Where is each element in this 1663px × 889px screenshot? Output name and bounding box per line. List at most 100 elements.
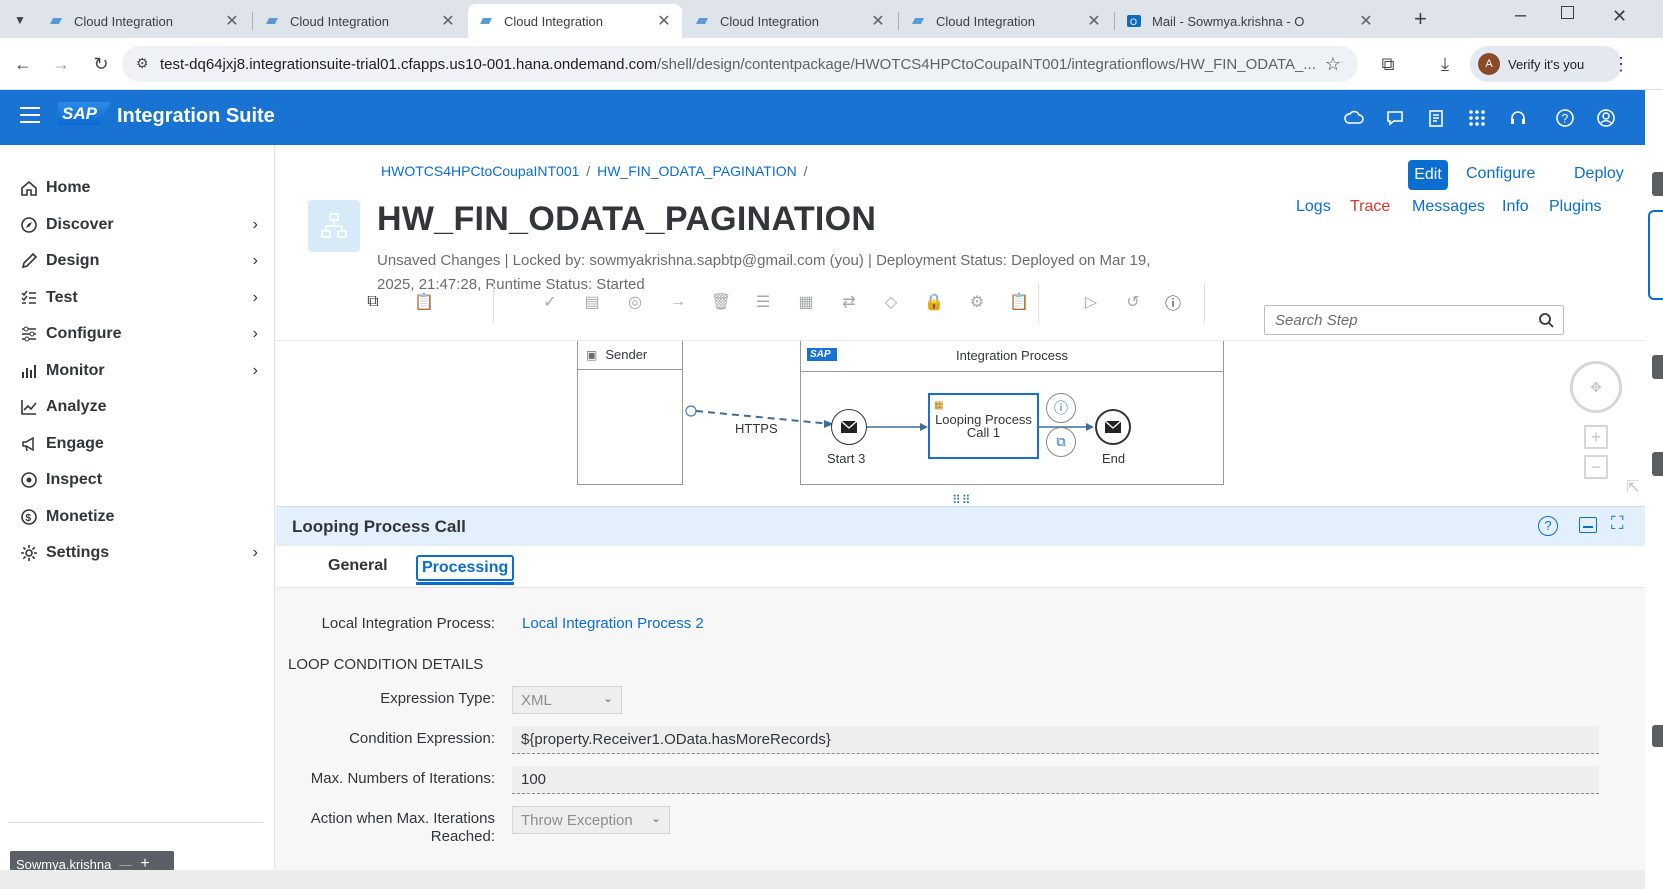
profile-verify-button[interactable]: A Verify it's you: [1470, 46, 1622, 82]
configure-button[interactable]: Configure: [1466, 165, 1535, 183]
nav-item-discover[interactable]: Discover ›: [18, 207, 258, 243]
help-icon[interactable]: ?: [1538, 516, 1558, 536]
breadcrumb-package-link[interactable]: HWOTCS4HPCtoCoupaINT001: [381, 163, 579, 179]
browser-tab-3-active[interactable]: Cloud Integration ✕: [468, 4, 682, 38]
calendar-icon[interactable]: ▦: [795, 291, 817, 313]
browser-menu-icon[interactable]: ⋮: [1608, 51, 1634, 77]
list-icon[interactable]: ☰: [752, 291, 774, 313]
play-icon[interactable]: ▷: [1080, 291, 1102, 313]
notes-icon[interactable]: [1426, 108, 1446, 128]
swap-icon[interactable]: ⇄: [838, 291, 860, 313]
router-icon[interactable]: ◇: [880, 291, 902, 313]
add-step-icon[interactable]: ✓: [539, 291, 561, 313]
forward-icon[interactable]: →: [48, 51, 74, 77]
copy-step-icon[interactable]: ⧉: [1046, 427, 1076, 457]
side-panel-handle[interactable]: [1652, 172, 1663, 196]
info-icon[interactable]: ⓘ: [1046, 393, 1076, 423]
user-profile-icon[interactable]: [1596, 108, 1616, 128]
https-connection-label[interactable]: HTTPS: [735, 421, 778, 436]
max-iterations-input[interactable]: 100: [512, 766, 1599, 794]
target-icon[interactable]: ◎: [624, 291, 646, 313]
address-bar[interactable]: ⚙ test-dq64jxj8.integrationsuite-trial01…: [122, 46, 1358, 82]
nav-item-analyze[interactable]: Analyze: [18, 389, 258, 425]
nav-item-monetize[interactable]: $ Monetize: [18, 499, 258, 535]
deploy-button[interactable]: Deploy: [1574, 165, 1624, 183]
hamburger-menu-icon[interactable]: [20, 107, 40, 123]
sap-logo[interactable]: SAP: [58, 102, 111, 125]
copy-icon[interactable]: ⧉: [362, 291, 384, 313]
arrow-right-icon[interactable]: →: [667, 291, 689, 313]
maximize-panel-icon[interactable]: ⛶: [1611, 513, 1624, 534]
browser-tab-6-mail[interactable]: O Mail - Sowmya.krishna - O ✕: [1116, 4, 1384, 38]
browser-tab-4[interactable]: Cloud Integration ✕: [684, 4, 896, 38]
nav-item-inspect[interactable]: Inspect: [18, 462, 258, 498]
participant-icon[interactable]: ▤: [581, 291, 603, 313]
new-tab-icon[interactable]: +: [1414, 6, 1427, 32]
clipboard-icon[interactable]: 📋: [1008, 291, 1030, 313]
browser-tab-1[interactable]: Cloud Integration ✕: [38, 4, 250, 38]
nav-item-settings[interactable]: Settings ›: [18, 535, 258, 571]
tab-general[interactable]: General: [324, 555, 392, 577]
tab-processing[interactable]: Processing: [416, 555, 515, 585]
tab-search-dropdown-icon[interactable]: ▼: [8, 8, 32, 32]
restore-icon[interactable]: [1561, 6, 1574, 19]
zoom-out-icon[interactable]: −: [1584, 455, 1608, 479]
cloud-icon[interactable]: [1344, 108, 1364, 128]
local-process-link[interactable]: Local Integration Process 2: [522, 615, 704, 632]
info-button[interactable]: Info: [1502, 198, 1529, 216]
logs-button[interactable]: Logs: [1296, 198, 1331, 216]
end-event[interactable]: [1095, 409, 1131, 445]
resize-handle-icon[interactable]: ⠿⠿: [952, 493, 972, 506]
bookmark-star-icon[interactable]: ☆: [1320, 51, 1346, 77]
close-icon[interactable]: ✕: [1358, 11, 1374, 31]
extensions-icon[interactable]: ⧉: [1375, 51, 1401, 77]
nav-item-monitor[interactable]: Monitor ›: [18, 353, 258, 389]
trace-button[interactable]: Trace: [1350, 198, 1390, 216]
looping-process-call-step[interactable]: ▦ Looping Process Call 1: [928, 393, 1039, 459]
side-panel-handle[interactable]: [1652, 452, 1663, 476]
help-icon[interactable]: ?: [1555, 108, 1575, 128]
expression-type-select[interactable]: XML ⌄: [512, 686, 622, 714]
undo-icon[interactable]: ↺: [1122, 291, 1144, 313]
reload-icon[interactable]: ↻: [88, 51, 114, 77]
search-icon[interactable]: [1538, 312, 1555, 329]
minimize-icon[interactable]: –: [1515, 4, 1526, 27]
zoom-in-icon[interactable]: +: [1584, 425, 1608, 449]
download-icon[interactable]: ⤓: [1432, 51, 1458, 77]
nav-item-home[interactable]: Home: [18, 170, 258, 206]
condition-expression-input[interactable]: ${property.Receiver1.OData.hasMoreRecord…: [512, 726, 1599, 754]
close-icon[interactable]: ✕: [224, 11, 240, 31]
site-info-icon[interactable]: ⚙: [136, 55, 149, 72]
feedback-icon[interactable]: [1385, 108, 1405, 128]
close-icon[interactable]: ✕: [656, 11, 672, 31]
nav-item-engage[interactable]: Engage: [18, 426, 258, 462]
paste-icon[interactable]: 📋: [413, 291, 435, 313]
help-circle-icon[interactable]: ⓘ: [1162, 291, 1184, 313]
edit-button[interactable]: Edit: [1408, 160, 1448, 190]
minimize-panel-icon[interactable]: [1579, 517, 1597, 533]
scrollbar-thumb[interactable]: [1652, 725, 1663, 747]
browser-tab-5[interactable]: Cloud Integration ✕: [900, 4, 1112, 38]
close-icon[interactable]: ✕: [440, 11, 456, 31]
action-max-iterations-select[interactable]: Throw Exception ⌄: [512, 806, 670, 834]
app-grid-icon[interactable]: [1467, 108, 1487, 128]
delete-icon[interactable]: 🗑: [710, 291, 732, 313]
nav-item-test[interactable]: Test ›: [18, 280, 258, 316]
headset-icon[interactable]: [1508, 108, 1528, 128]
settings-cog-icon[interactable]: ⚙: [966, 291, 988, 313]
nav-item-design[interactable]: Design ›: [18, 243, 258, 279]
messages-button[interactable]: Messages: [1412, 198, 1485, 216]
plugins-button[interactable]: Plugins: [1549, 198, 1601, 216]
side-panel-tab[interactable]: [1648, 210, 1663, 300]
pan-control-icon[interactable]: ✥: [1570, 361, 1622, 413]
window-close-icon[interactable]: ✕: [1612, 6, 1627, 27]
back-icon[interactable]: ←: [10, 51, 36, 77]
search-step-input[interactable]: Search Step: [1264, 305, 1564, 335]
breadcrumb-flow-link[interactable]: HW_FIN_ODATA_PAGINATION: [597, 163, 797, 179]
nav-item-configure[interactable]: Configure ›: [18, 316, 258, 352]
lock-icon[interactable]: 🔒: [923, 291, 945, 313]
close-icon[interactable]: ✕: [1086, 11, 1102, 31]
side-panel-handle[interactable]: [1652, 355, 1663, 379]
browser-tab-2[interactable]: Cloud Integration ✕: [254, 4, 466, 38]
fit-to-screen-icon[interactable]: ⇱: [1626, 477, 1639, 497]
